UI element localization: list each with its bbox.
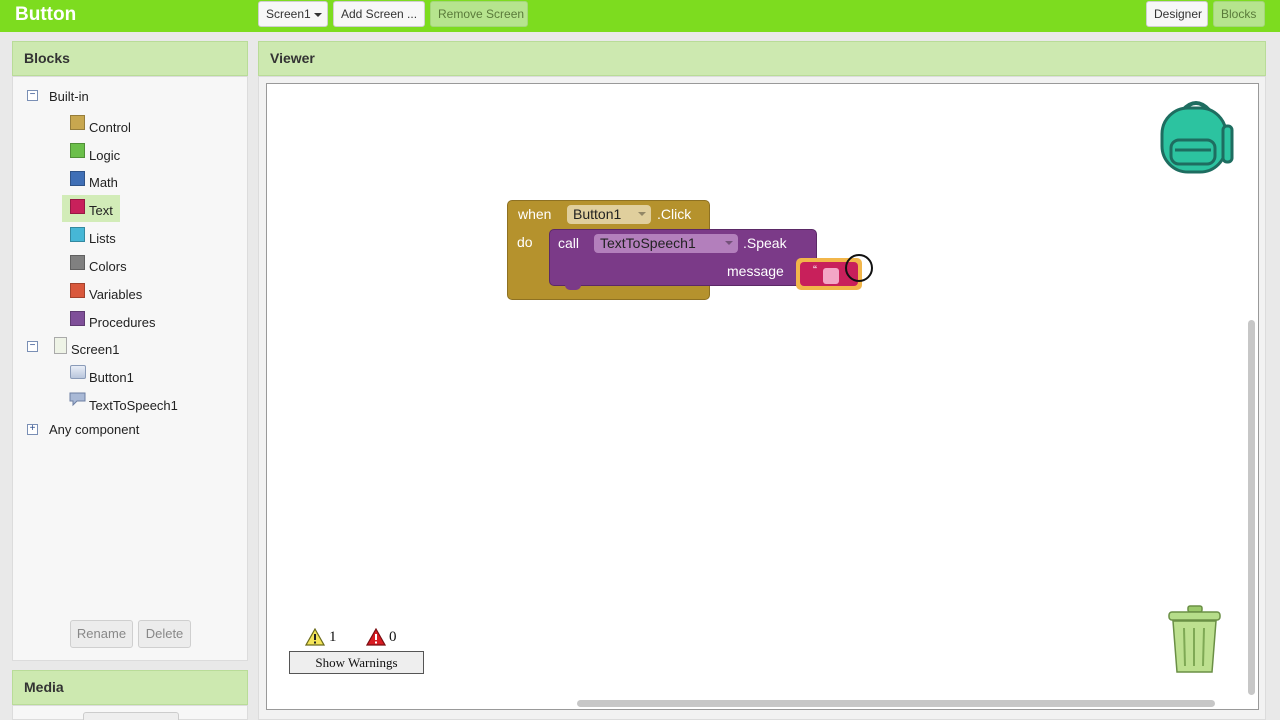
error-icon — [366, 628, 386, 646]
blocks-panel-header: Blocks — [12, 41, 248, 76]
call-label: call — [558, 235, 580, 251]
add-screen-button[interactable]: Add Screen ... — [333, 1, 425, 27]
math-swatch-icon — [70, 171, 85, 186]
top-bar: Button Screen1 Add Screen ... Remove Scr… — [0, 0, 1280, 32]
trash-icon[interactable] — [1166, 604, 1223, 676]
drawer-control[interactable]: Control — [89, 120, 131, 135]
method-name-label: .Speak — [743, 235, 787, 251]
drawer-procedures[interactable]: Procedures — [89, 315, 155, 330]
backpack-icon[interactable] — [1157, 98, 1235, 176]
blocks-panel: − Built-in Control Logic Math Text Lists… — [12, 76, 248, 661]
warning-icon — [305, 628, 325, 646]
tree-any-component[interactable]: Any component — [49, 422, 139, 437]
drawer-lists[interactable]: Lists — [89, 231, 116, 246]
event-name-label: .Click — [657, 206, 692, 222]
colors-swatch-icon — [70, 255, 85, 270]
method-component-label: TextToSpeech1 — [600, 235, 696, 251]
lists-swatch-icon — [70, 227, 85, 242]
viewer-header: Viewer — [258, 41, 1266, 76]
drawer-variables[interactable]: Variables — [89, 287, 142, 302]
upload-button[interactable] — [83, 712, 179, 720]
screen-select[interactable]: Screen1 — [258, 1, 328, 27]
screen-select-label: Screen1 — [266, 7, 311, 21]
media-panel-header: Media — [12, 670, 248, 705]
procedures-swatch-icon — [70, 311, 85, 326]
text-block-field[interactable] — [823, 268, 839, 284]
media-panel — [12, 705, 248, 720]
error-count: 0 — [389, 629, 397, 645]
tree-builtin[interactable]: Built-in — [49, 89, 89, 104]
blocks-workspace[interactable] — [266, 83, 1259, 710]
event-do-label: do — [517, 234, 533, 250]
block-notch — [565, 284, 581, 290]
component-dropdown[interactable]: Button1 — [567, 205, 651, 224]
screen-icon — [54, 337, 67, 354]
text-swatch-icon — [70, 199, 85, 214]
collapse-icon[interactable]: − — [27, 341, 38, 352]
tree-button1[interactable]: Button1 — [89, 370, 134, 385]
vertical-scrollbar[interactable] — [1248, 320, 1255, 695]
message-socket-label: message — [727, 263, 784, 279]
tree-screen1[interactable]: Screen1 — [71, 342, 119, 357]
warning-count: 1 — [329, 629, 337, 645]
cursor-icon — [845, 254, 873, 282]
blocks-button[interactable]: Blocks — [1213, 1, 1265, 27]
component-dropdown-label: Button1 — [573, 206, 622, 222]
control-swatch-icon — [70, 115, 85, 130]
event-when-label: when — [518, 206, 552, 222]
show-warnings-button[interactable]: Show Warnings — [289, 651, 424, 674]
method-component-dropdown[interactable]: TextToSpeech1 — [594, 234, 738, 253]
collapse-icon[interactable]: − — [27, 90, 38, 101]
expand-icon[interactable]: + — [27, 424, 38, 435]
app-title: Button — [15, 4, 77, 25]
logic-swatch-icon — [70, 143, 85, 158]
variables-swatch-icon — [70, 283, 85, 298]
button-icon — [70, 365, 86, 379]
horizontal-scrollbar[interactable] — [577, 700, 1215, 707]
text-block-quote: “ — [813, 263, 817, 277]
remove-screen-button[interactable]: Remove Screen — [430, 1, 528, 27]
rename-button[interactable]: Rename — [70, 620, 133, 648]
drawer-logic[interactable]: Logic — [89, 148, 120, 163]
drawer-math[interactable]: Math — [89, 175, 118, 190]
chevron-down-icon — [313, 12, 322, 17]
speech-icon — [69, 392, 86, 407]
chevron-down-icon — [638, 212, 646, 216]
drawer-text[interactable]: Text — [89, 203, 113, 218]
delete-button[interactable]: Delete — [138, 620, 191, 648]
drawer-colors[interactable]: Colors — [89, 259, 127, 274]
chevron-down-icon — [725, 241, 733, 245]
tree-texttospeech1[interactable]: TextToSpeech1 — [89, 398, 178, 413]
designer-button[interactable]: Designer — [1146, 1, 1208, 27]
